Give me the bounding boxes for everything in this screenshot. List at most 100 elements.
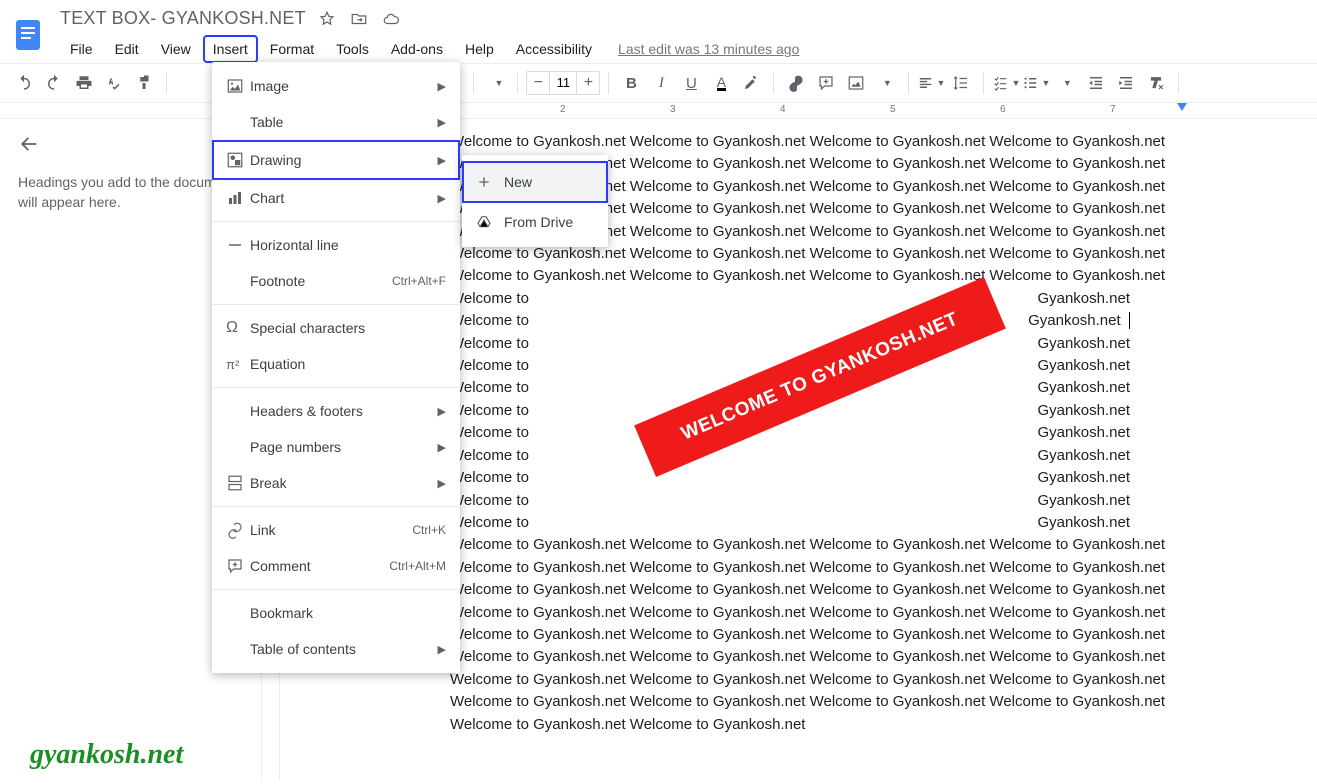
submenu-arrow-icon: ▶	[438, 643, 446, 656]
menu-item-label: Headers & footers	[250, 403, 438, 419]
insert-comment-button[interactable]	[812, 69, 840, 97]
docs-logo[interactable]	[8, 8, 48, 62]
plus-icon	[476, 174, 492, 190]
insert-menu-equation[interactable]: π²Equation	[212, 346, 460, 382]
font-size-value[interactable]: 11	[549, 72, 577, 94]
horizontal-ruler[interactable]: 2 3 4 5 6 7	[0, 103, 1317, 119]
menu-item-label: Equation	[250, 356, 446, 372]
submenu-arrow-icon: ▶	[438, 477, 446, 490]
submenu-arrow-icon: ▶	[438, 80, 446, 93]
paint-format-button[interactable]	[130, 69, 158, 97]
image-icon	[226, 77, 250, 95]
drive-icon	[476, 214, 492, 230]
font-family-dropdown[interactable]: ▼	[482, 69, 509, 97]
menu-item-label: Horizontal line	[250, 237, 446, 253]
menu-accessibility[interactable]: Accessibility	[506, 35, 602, 63]
submenu-item-label: From Drive	[504, 214, 573, 230]
insert-menu-page-numbers[interactable]: Page numbers▶	[212, 429, 460, 465]
drawing-submenu-from-drive[interactable]: From Drive	[462, 203, 608, 241]
drawing-submenu-new[interactable]: New	[462, 161, 608, 203]
move-icon[interactable]	[350, 10, 368, 28]
menu-item-label: Link	[250, 522, 412, 538]
underline-button[interactable]: U	[677, 69, 705, 97]
insert-menu-horizontal-line[interactable]: Horizontal line	[212, 227, 460, 263]
align-button[interactable]: ▼	[917, 69, 945, 97]
menu-item-label: Table	[250, 114, 438, 130]
spellcheck-button[interactable]	[100, 69, 128, 97]
outline-placeholder: Headings you add to the document will ap…	[18, 173, 243, 212]
increase-indent-button[interactable]	[1112, 69, 1140, 97]
menu-item-label: Footnote	[250, 273, 392, 289]
menu-addons[interactable]: Add-ons	[381, 35, 453, 63]
insert-menu-dropdown: Image▶Table▶Drawing▶Chart▶Horizontal lin…	[212, 62, 460, 673]
insert-more-button[interactable]: ▼	[872, 69, 900, 97]
insert-link-button[interactable]	[782, 69, 810, 97]
italic-button[interactable]: I	[647, 69, 675, 97]
pi-icon: π²	[226, 357, 250, 372]
break-icon	[226, 474, 250, 492]
insert-menu-special-characters[interactable]: ΩSpecial characters	[212, 310, 460, 346]
insert-menu-comment[interactable]: CommentCtrl+Alt+M	[212, 548, 460, 584]
menu-tools[interactable]: Tools	[326, 35, 379, 63]
brand-watermark: gyankosh.net	[30, 739, 183, 771]
bold-button[interactable]: B	[617, 69, 645, 97]
menu-item-shortcut: Ctrl+Alt+M	[389, 559, 446, 573]
last-edit-link[interactable]: Last edit was 13 minutes ago	[618, 41, 799, 57]
menu-item-shortcut: Ctrl+K	[412, 523, 446, 537]
insert-menu-chart[interactable]: Chart▶	[212, 180, 460, 216]
menu-item-label: Comment	[250, 558, 389, 574]
drawing-icon	[226, 151, 250, 169]
menu-item-label: Break	[250, 475, 438, 491]
outline-back-button[interactable]	[18, 133, 243, 155]
ruler-tick: 6	[1000, 104, 1006, 115]
submenu-arrow-icon: ▶	[438, 154, 446, 167]
checklist-button[interactable]: ▼	[992, 69, 1020, 97]
insert-menu-footnote[interactable]: FootnoteCtrl+Alt+F	[212, 263, 460, 299]
insert-menu-bookmark[interactable]: Bookmark	[212, 595, 460, 631]
comment-icon	[226, 557, 250, 575]
undo-button[interactable]	[10, 69, 38, 97]
submenu-arrow-icon: ▶	[438, 405, 446, 418]
menu-item-label: Chart	[250, 190, 438, 206]
redo-button[interactable]	[40, 69, 68, 97]
insert-menu-link[interactable]: LinkCtrl+K	[212, 512, 460, 548]
cloud-icon[interactable]	[382, 10, 400, 28]
submenu-item-label: New	[504, 174, 532, 190]
ruler-tick: 2	[560, 104, 566, 115]
font-size-decrease[interactable]: −	[527, 74, 549, 92]
insert-menu-image[interactable]: Image▶	[212, 68, 460, 104]
highlight-button[interactable]	[737, 69, 765, 97]
submenu-arrow-icon: ▶	[438, 441, 446, 454]
numbered-list-button[interactable]: ▼	[1052, 69, 1080, 97]
print-button[interactable]	[70, 69, 98, 97]
menu-item-label: Table of contents	[250, 641, 438, 657]
ruler-tick: 4	[780, 104, 786, 115]
link-icon	[226, 521, 250, 539]
submenu-arrow-icon: ▶	[438, 116, 446, 129]
star-icon[interactable]	[318, 10, 336, 28]
font-size-control[interactable]: − 11 +	[526, 71, 600, 95]
insert-menu-break[interactable]: Break▶	[212, 465, 460, 501]
line-spacing-button[interactable]	[947, 69, 975, 97]
menu-item-label: Bookmark	[250, 605, 446, 621]
insert-menu-headers-footers[interactable]: Headers & footers▶	[212, 393, 460, 429]
menu-file[interactable]: File	[60, 35, 103, 63]
text-color-button[interactable]: A	[707, 69, 735, 97]
clear-formatting-button[interactable]	[1142, 69, 1170, 97]
menu-help[interactable]: Help	[455, 35, 504, 63]
omega-icon: Ω	[226, 319, 250, 337]
menu-edit[interactable]: Edit	[105, 35, 149, 63]
insert-image-button[interactable]	[842, 69, 870, 97]
bulleted-list-button[interactable]: ▼	[1022, 69, 1050, 97]
ruler-right-margin[interactable]	[1177, 103, 1187, 111]
ruler-tick: 7	[1110, 104, 1116, 115]
insert-menu-table[interactable]: Table▶	[212, 104, 460, 140]
font-size-increase[interactable]: +	[577, 74, 599, 92]
menu-insert[interactable]: Insert	[203, 35, 258, 63]
insert-menu-drawing[interactable]: Drawing▶	[212, 140, 460, 180]
document-title[interactable]: TEXT BOX- GYANKOSH.NET	[60, 8, 306, 29]
insert-menu-table-of-contents[interactable]: Table of contents▶	[212, 631, 460, 667]
decrease-indent-button[interactable]	[1082, 69, 1110, 97]
menu-view[interactable]: View	[151, 35, 201, 63]
menu-format[interactable]: Format	[260, 35, 324, 63]
